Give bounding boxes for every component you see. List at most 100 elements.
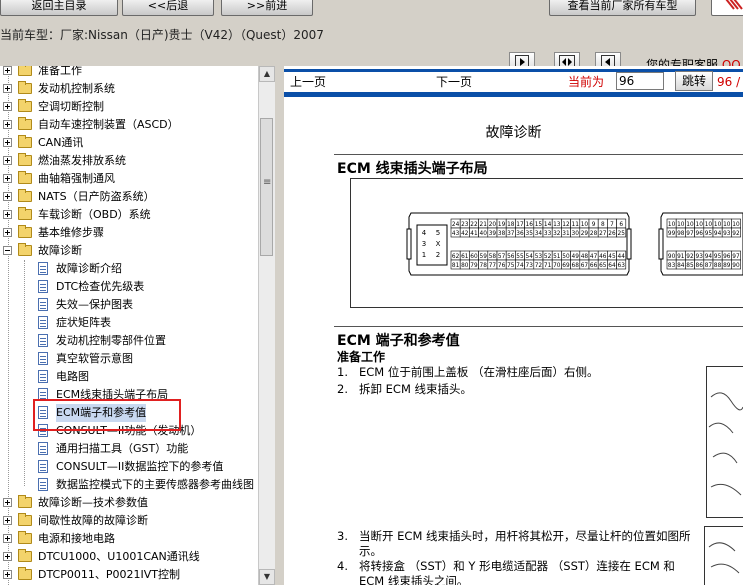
tree-page[interactable]: CONSULT—II数据监控下的参考值 [0,458,258,476]
expand-icon[interactable] [3,516,12,525]
tree-folder[interactable]: 曲轴箱强制通风 [0,170,258,188]
jump-button[interactable]: 跳转 [675,71,713,91]
pin-label: 47 [590,254,598,260]
next-page-link[interactable]: 下一页 [436,72,472,92]
expand-icon[interactable] [3,138,12,147]
divider [334,326,743,327]
pin-label: 20 [489,222,497,228]
tree-item-label[interactable]: 故障诊断—技术参数值 [38,494,148,512]
prep-heading: 准备工作 [337,350,386,364]
tree-item-label[interactable]: 数据监控模式下的主要传感器参考曲线图 [56,476,254,494]
pin-label: 10 [686,222,694,228]
pin-label: 51 [553,254,561,260]
tree-page[interactable]: 失效—保护图表 [0,296,258,314]
tree-folder[interactable]: 自动车速控制装置（ASCD） [0,116,258,134]
tree-item-label[interactable]: 发动机控制零部件位置 [56,332,166,350]
forward-button[interactable]: >>前进 [221,0,313,16]
tree-item-label[interactable]: 间歇性故障的故障诊断 [38,512,148,530]
tree-folder[interactable]: DTCU1000、U1001CAN通讯线 [0,548,258,566]
pin-label: 30 [572,231,580,237]
tree-scrollbar[interactable]: ▲ ▼ [258,66,275,585]
tree-folder[interactable]: 车载诊断（OBD）系统 [0,206,258,224]
tree-page[interactable]: 真空软管示意图 [0,350,258,368]
home-button[interactable]: 返回主目录 [0,0,118,16]
tree-page[interactable]: 电路图 [0,368,258,386]
folder-icon [18,99,32,112]
tree-page[interactable]: 发动机控制零部件位置 [0,332,258,350]
tree-item-label[interactable]: 真空软管示意图 [56,350,133,368]
tree-item-label[interactable]: 自动车速控制装置（ASCD） [38,116,179,134]
tree-item-label[interactable]: 空调切断控制 [38,98,104,116]
tree-folder[interactable]: 发动机控制系统 [0,80,258,98]
tree-item-label[interactable]: 电源和接地电路 [38,530,115,548]
illustration-sketch [708,392,743,496]
tree-folder[interactable]: 空调切断控制 [0,98,258,116]
expand-icon[interactable] [3,192,12,201]
tree-item-label[interactable]: 故障诊断介绍 [56,260,122,278]
tree-item-label[interactable]: 通用扫描工具（GST）功能 [56,440,188,458]
tree-item-label[interactable]: 车载诊断（OBD）系统 [38,206,151,224]
extra-button[interactable] [711,0,743,16]
expand-icon[interactable] [3,228,12,237]
tree-item-label[interactable]: DTCU1000、U1001CAN通讯线 [38,548,200,566]
tree-folder[interactable]: 电源和接地电路 [0,530,258,548]
expand-icon[interactable] [3,84,12,93]
tree-page[interactable]: 症状矩阵表 [0,314,258,332]
expand-icon[interactable] [3,210,12,219]
tree-item-label[interactable]: 准备工作 [38,66,82,80]
scroll-up-button[interactable]: ▲ [259,66,275,82]
expand-icon[interactable] [3,552,12,561]
expand-icon[interactable] [3,156,12,165]
tree-item-label[interactable]: CAN通讯 [38,134,83,152]
expand-icon[interactable] [3,66,12,75]
pin-label: 64 [608,263,616,269]
tree-item-label[interactable]: NATS（日产防盗系统） [38,188,155,206]
back-button[interactable]: <<后退 [122,0,214,16]
tree-item-label[interactable]: DTCP0011、P0021IVT控制 [38,566,180,584]
tree-item-label[interactable]: 曲轴箱强制通风 [38,170,115,188]
tree-item-label[interactable]: 发动机控制系统 [38,80,115,98]
page-number-input[interactable]: 96 [616,72,664,90]
expand-icon[interactable] [3,120,12,129]
collapse-icon[interactable] [3,246,12,255]
tree-item-label[interactable]: 燃油蒸发排放系统 [38,152,126,170]
expand-icon[interactable] [3,498,12,507]
scroll-down-button[interactable]: ▼ [259,569,275,585]
prev-page-link[interactable]: 上一页 [290,72,326,92]
document-pane: 上一页 下一页 当前为 96 跳转 96 / 故障诊断 ECM 线束插头端子布局… [284,66,743,585]
expand-icon[interactable] [3,570,12,579]
pin-label: 35 [526,231,534,237]
tree-folder[interactable]: 故障诊断 [0,242,258,260]
pin-label: 10 [732,222,740,228]
tree-page[interactable]: 通用扫描工具（GST）功能 [0,440,258,458]
tree-page[interactable]: 故障诊断介绍 [0,260,258,278]
pin-label: 58 [489,254,497,260]
ecm-connector-diagram: 4 5 3 X 1 2 24 23 22 21 20 19 18 17 16 15 14 13 12 11 10 9 8 7 6… [350,178,743,308]
tree-folder[interactable]: CAN通讯 [0,134,258,152]
tree-folder[interactable]: NATS（日产防盗系统） [0,188,258,206]
tree-item-label[interactable]: CONSULT—II数据监控下的参考值 [56,458,223,476]
expand-icon[interactable] [3,534,12,543]
tree-folder[interactable]: 故障诊断—技术参数值 [0,494,258,512]
tree-folder[interactable]: 燃油蒸发排放系统 [0,152,258,170]
view-all-models-button[interactable]: 查看当前厂家所有车型 [549,0,696,16]
pin-label: 95 [714,254,722,260]
tree-item-label[interactable]: 基本维修步骤 [38,224,104,242]
tree-folder[interactable]: 间歇性故障的故障诊断 [0,512,258,530]
tree-page[interactable]: DTC检查优先级表 [0,278,258,296]
tree-folder[interactable]: 基本维修步骤 [0,224,258,242]
tree-item-label[interactable]: DTC检查优先级表 [56,278,144,296]
tree-page[interactable]: 数据监控模式下的主要传感器参考曲线图 [0,476,258,494]
tree-item-label[interactable]: 电路图 [56,368,89,386]
tree-item-label[interactable]: 故障诊断 [38,242,82,260]
lever-illustration [704,526,743,585]
tree-item-label[interactable]: 症状矩阵表 [56,314,111,332]
expand-icon[interactable] [3,102,12,111]
document-icon [38,334,48,347]
tree-folder[interactable]: 准备工作 [0,66,258,80]
tree-folder[interactable]: DTCP0011、P0021IVT控制 [0,566,258,584]
scroll-thumb[interactable] [260,118,273,256]
pin-label: 10 [696,222,704,228]
expand-icon[interactable] [3,174,12,183]
tree-item-label[interactable]: 失效—保护图表 [56,296,133,314]
